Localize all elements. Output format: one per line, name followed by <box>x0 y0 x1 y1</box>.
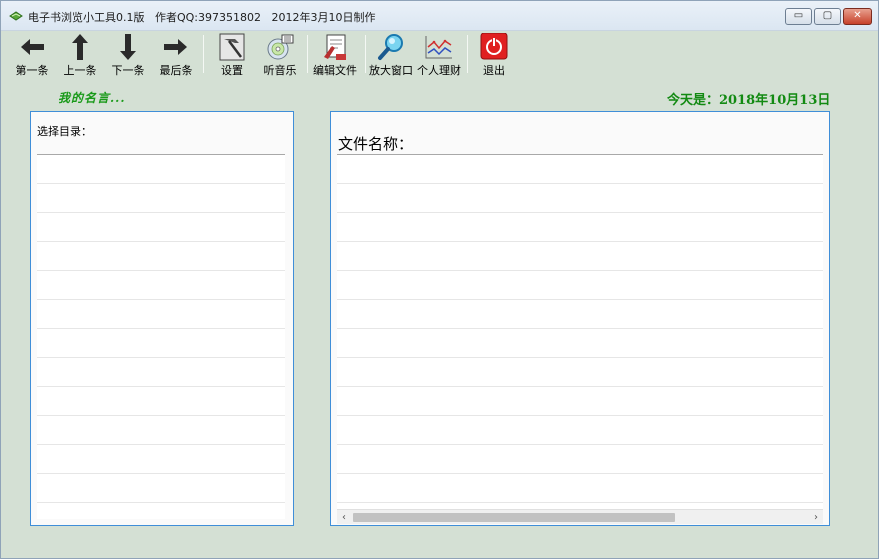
prev-button[interactable]: 上一条 <box>61 33 99 77</box>
arrow-left-icon <box>21 39 44 55</box>
directory-list[interactable] <box>37 154 285 519</box>
scroll-left-icon[interactable]: ‹ <box>337 510 351 525</box>
arrow-up-icon <box>72 34 88 60</box>
next-label: 下一条 <box>111 64 145 77</box>
toolbar-separator <box>307 35 308 73</box>
edit-button[interactable]: 编辑文件 <box>312 33 358 77</box>
file-name-label: 文件名称： <box>338 135 414 153</box>
exit-label: 退出 <box>483 64 505 77</box>
title-bar[interactable]: 电子书浏览小工具0.1版 作者QQ:397351802 2012年3月10日制作… <box>1 1 878 31</box>
file-content-list[interactable] <box>337 154 823 509</box>
directory-panel: 选择目录： <box>30 111 294 526</box>
today-date: 今天是：2018年10月13日 <box>667 93 831 108</box>
toolbar-separator <box>467 35 468 73</box>
prev-label: 上一条 <box>63 64 97 77</box>
last-label: 最后条 <box>159 64 193 77</box>
next-button[interactable]: 下一条 <box>109 33 147 77</box>
cd-music-icon <box>267 34 294 60</box>
settings-button[interactable]: 设置 <box>213 33 251 77</box>
last-button[interactable]: 最后条 <box>157 33 195 77</box>
app-book-icon <box>9 11 23 21</box>
file-panel: 文件名称： ‹ › <box>330 111 830 526</box>
music-button[interactable]: 听音乐 <box>259 33 301 77</box>
music-label: 听音乐 <box>263 64 297 77</box>
list-rules <box>37 155 285 519</box>
first-label: 第一条 <box>15 64 49 77</box>
motto-text: 我的名言... <box>58 91 126 105</box>
close-button[interactable]: ✕ <box>843 8 872 25</box>
exit-button[interactable]: 退出 <box>477 33 511 77</box>
hammer-icon <box>219 33 245 61</box>
minimize-button[interactable]: ▭ <box>785 8 812 25</box>
list-rules <box>337 155 823 509</box>
zoom-label: 放大窗口 <box>369 64 413 77</box>
settings-label: 设置 <box>221 64 243 77</box>
toolbar-separator <box>365 35 366 73</box>
arrow-right-icon <box>164 39 187 55</box>
scroll-right-icon[interactable]: › <box>809 510 823 525</box>
toolbar-separator <box>203 35 204 73</box>
scrollbar-thumb[interactable] <box>353 513 675 522</box>
first-button[interactable]: 第一条 <box>13 33 51 77</box>
arrow-down-icon <box>120 34 136 60</box>
edit-document-icon <box>324 34 346 60</box>
magnifier-icon <box>378 34 403 60</box>
zoom-button[interactable]: 放大窗口 <box>368 33 414 77</box>
toolbar: 第一条 上一条 下一条 最后条 设置 听音乐 编辑文件 放大窗口 个人理财 退出 <box>1 31 878 77</box>
finance-button[interactable]: 个人理财 <box>416 33 462 77</box>
edit-label: 编辑文件 <box>313 64 357 77</box>
finance-label: 个人理财 <box>417 64 461 77</box>
window-title: 电子书浏览小工具0.1版 作者QQ:397351802 2012年3月10日制作 <box>28 11 376 24</box>
main-window: 电子书浏览小工具0.1版 作者QQ:397351802 2012年3月10日制作… <box>0 0 879 559</box>
horizontal-scrollbar[interactable]: ‹ › <box>337 509 823 524</box>
power-icon <box>480 33 508 60</box>
line-chart-icon <box>425 36 452 59</box>
maximize-button[interactable]: ▢ <box>814 8 841 25</box>
directory-label: 选择目录： <box>37 125 92 138</box>
